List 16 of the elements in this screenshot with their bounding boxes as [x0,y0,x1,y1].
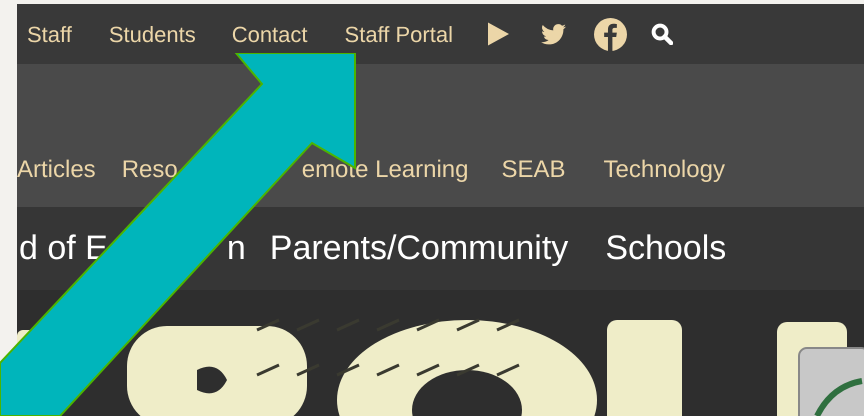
nav-link[interactable]: Contact [232,18,308,50]
nav-link[interactable]: Staff Portal [344,18,453,50]
facebook-icon[interactable] [594,18,627,50]
nav-link[interactable]: Staff [27,18,72,50]
nav-link[interactable]: Schools [605,223,726,274]
nav-link[interactable]: n [226,223,246,274]
nav-link[interactable]: Reso [122,152,178,188]
nav-link[interactable]: Articles [17,152,96,188]
search-icon[interactable] [650,23,673,45]
nav-link[interactable]: Parents/Community [270,223,568,274]
nav-link[interactable]: Technology [604,152,725,188]
bird-icon[interactable] [540,24,566,44]
play-icon[interactable] [488,22,509,46]
nav-link[interactable]: emote Learning [302,152,468,188]
nav-link[interactable]: SEAB [502,152,566,188]
nav-link[interactable]: Students [108,18,196,50]
